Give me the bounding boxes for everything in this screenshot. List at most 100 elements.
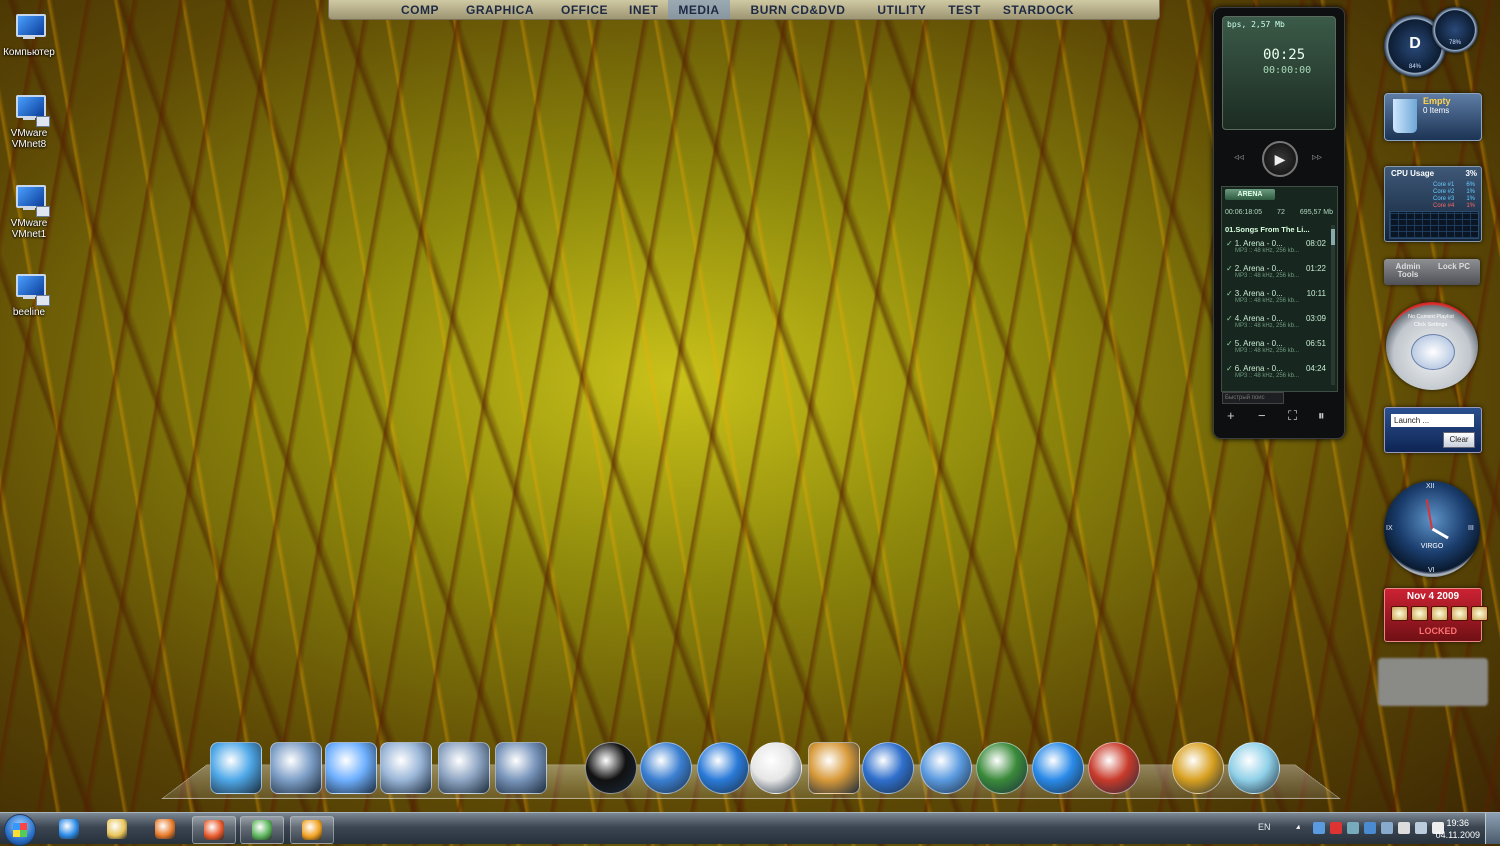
lock-pc-button[interactable]: Lock PC — [1434, 263, 1474, 271]
tray-arrow-icon[interactable]: ▴ — [1296, 822, 1308, 834]
track-duration: 03:09 — [1305, 314, 1326, 323]
network-adapter-icon — [12, 185, 50, 217]
player-display: bps, 2,57 Mb 00:25 00:00:00 — [1222, 16, 1336, 130]
pause-button[interactable]: ⏸ — [1318, 408, 1325, 424]
dock — [210, 738, 1290, 798]
language-indicator[interactable]: EN — [1258, 822, 1271, 832]
playlist-scrollbar[interactable] — [1331, 225, 1335, 385]
select-button[interactable]: ⛶ — [1288, 408, 1297, 424]
computer-icon — [12, 14, 46, 44]
remove-button[interactable]: − — [1258, 408, 1266, 423]
menu-media[interactable]: MEDIA — [668, 0, 730, 19]
list-item[interactable]: ✓ 2. Arena - 0... 01:22 MP3 :: 48 kHz, 256… — [1226, 264, 1326, 289]
dvd-burn-icon — [750, 742, 802, 794]
add-button[interactable]: + — [1227, 408, 1235, 423]
track-duration: 10:11 — [1306, 289, 1326, 298]
recycle-bin-icon — [1228, 742, 1280, 794]
rewind-button[interactable]: ◃◃ — [1234, 152, 1244, 163]
dock-item[interactable] — [697, 742, 749, 794]
tray-icons: ▴ — [1296, 822, 1444, 834]
media-gadget[interactable]: No Current Playlist Click Settings — [1386, 302, 1478, 390]
tray-monitor-icon[interactable] — [1415, 822, 1427, 834]
cpu-graph — [1389, 211, 1479, 239]
dock-item[interactable] — [270, 742, 322, 794]
admin-tools-button[interactable]: Admin Tools — [1388, 263, 1428, 279]
desktop-icon-label: Компьютер — [3, 47, 55, 58]
dock-item[interactable] — [976, 742, 1028, 794]
desktop-icon-computer[interactable]: Компьютер — [2, 14, 56, 58]
dock-item[interactable] — [325, 742, 377, 794]
dock-item[interactable] — [495, 742, 547, 794]
launch-input[interactable]: Launch ... — [1391, 414, 1474, 427]
dock-item[interactable] — [438, 742, 490, 794]
disc-edit-icon — [920, 742, 972, 794]
list-item[interactable]: ✓ 3. Arena - 0... 10:11 MP3 :: 48 kHz, 256… — [1226, 289, 1326, 314]
menu-inet[interactable]: INET — [629, 0, 658, 19]
media-controls-icon[interactable] — [1411, 334, 1455, 370]
dock-item[interactable] — [750, 742, 802, 794]
menu-stardock[interactable]: STARDOCK — [1003, 0, 1074, 19]
tray-app-icon[interactable] — [1313, 822, 1325, 834]
calendar-gadget: Nov 4 2009 LOCKED — [1384, 588, 1488, 642]
list-item[interactable]: ✓ 5. Arena - 0... 06:51 MP3 :: 48 kHz, 256… — [1226, 339, 1326, 364]
tray-update-icon[interactable] — [1364, 822, 1376, 834]
core-row: Core #2 1% — [1433, 189, 1475, 195]
aimp-player: bps, 2,57 Mb 00:25 00:00:00 ◃◃ ▶ ▹▹ AREN… — [1213, 7, 1345, 439]
taskbar-button[interactable] — [144, 816, 186, 842]
camera-icon — [438, 742, 490, 794]
tray-app2-icon[interactable] — [1381, 822, 1393, 834]
playlist-tab[interactable]: ARENA — [1225, 189, 1275, 200]
track-format: MP3 :: 48 kHz, 256 kb... — [1235, 298, 1300, 304]
list-item[interactable]: ✓ 1. Arena - 0... 08:02 MP3 :: 48 kHz, 256… — [1226, 239, 1326, 264]
taskbar-button[interactable] — [240, 816, 284, 844]
desktop-icon-vmnet8[interactable]: VMware VMnet8 — [2, 95, 56, 150]
start-button[interactable] — [4, 814, 36, 846]
tray-network-icon[interactable] — [1347, 822, 1359, 834]
track-duration: 06:51 — [1305, 339, 1326, 348]
dock-item[interactable] — [585, 742, 637, 794]
clear-button[interactable]: Clear — [1443, 432, 1475, 448]
taskbar-button[interactable] — [290, 816, 334, 844]
album-title[interactable]: 01.Songs From The Li... — [1225, 225, 1310, 234]
dock-item[interactable] — [1088, 742, 1140, 794]
tray-media-icon[interactable] — [1330, 822, 1342, 834]
dock-item[interactable] — [1032, 742, 1084, 794]
show-desktop-button[interactable] — [1485, 813, 1500, 844]
menu-office[interactable]: OFFICE — [561, 0, 608, 19]
dock-item[interactable] — [1172, 742, 1224, 794]
recycle-bin-gadget[interactable]: Empty 0 Items — [1384, 93, 1482, 141]
track-title: 2. Arena - 0... — [1234, 264, 1283, 273]
menu-test[interactable]: TEST — [948, 0, 981, 19]
dock-item[interactable] — [640, 742, 692, 794]
clock-numeral: XII — [1426, 483, 1435, 490]
play-button[interactable]: ▶ — [1262, 141, 1298, 177]
menu-burn[interactable]: BURN CD&DVD — [751, 0, 846, 19]
menu-graphica[interactable]: GRAPHICA — [466, 0, 534, 19]
taskbar-button[interactable] — [48, 816, 90, 842]
track-title: 1. Arena - 0... — [1234, 239, 1283, 248]
list-item[interactable]: ✓ 4. Arena - 0... 03:09 MP3 :: 48 kHz, 256… — [1226, 314, 1326, 339]
dock-item[interactable] — [808, 742, 860, 794]
top-launcher-bar: COMP GRAPHICA OFFICE INET MEDIA BURN CD&… — [328, 0, 1160, 20]
forward-button[interactable]: ▹▹ — [1312, 152, 1322, 163]
desktop-icon-label: VMware VMnet8 — [10, 128, 48, 150]
playlist-search-input[interactable]: Быстрый поис — [1222, 392, 1284, 404]
dock-item[interactable] — [920, 742, 972, 794]
tray-flag-icon[interactable] — [1398, 822, 1410, 834]
list-item[interactable]: ✓ 6. Arena - 0... 04:24 MP3 :: 48 kHz, 256… — [1226, 364, 1326, 389]
menu-comp[interactable]: COMP — [401, 0, 439, 19]
drive-meter-small-gadget[interactable]: 78% — [1432, 7, 1478, 53]
desktop-icon-vmnet1[interactable]: VMware VMnet1 — [2, 185, 56, 240]
taskbar-button[interactable] — [96, 816, 138, 842]
media-player-icon — [155, 819, 175, 839]
taskbar-button[interactable] — [192, 816, 236, 844]
r-logo-icon — [1172, 742, 1224, 794]
dock-item[interactable] — [210, 742, 262, 794]
clock[interactable]: 19:36 04.11.2009 — [1436, 817, 1480, 841]
dock-item[interactable] — [1228, 742, 1280, 794]
dock-item[interactable] — [380, 742, 432, 794]
desktop-icon-beeline[interactable]: beeline — [2, 274, 56, 318]
menu-utility[interactable]: UTILITY — [877, 0, 926, 19]
dock-item[interactable] — [862, 742, 914, 794]
calendar-buttons[interactable] — [1391, 606, 1488, 621]
